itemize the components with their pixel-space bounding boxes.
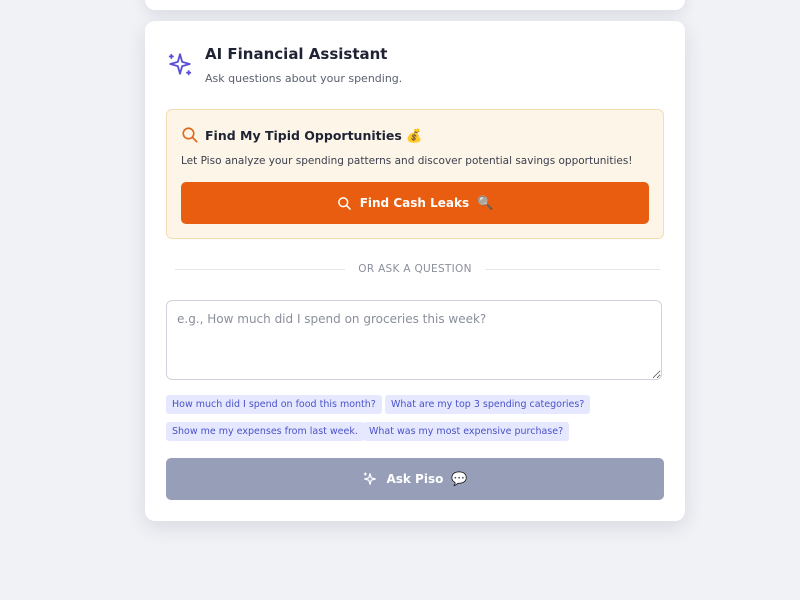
promo-title: Find My Tipid Opportunities 💰 <box>205 128 422 144</box>
assistant-subtitle: Ask questions about your spending. <box>205 72 403 85</box>
magnifier-emoji-icon: 🔍 <box>477 195 494 211</box>
find-cash-leaks-button[interactable]: Find Cash Leaks 🔍 <box>181 182 649 224</box>
find-cash-leaks-label: Find Cash Leaks <box>359 196 470 210</box>
promo-description: Let Piso analyze your spending patterns … <box>181 155 633 167</box>
divider-label-text: OR ASK A QUESTION <box>348 263 482 275</box>
ask-piso-button[interactable]: Ask Piso 💬 <box>166 458 664 500</box>
suggestion-chip[interactable]: Show me my expenses from last week. <box>166 422 364 441</box>
assistant-title: AI Financial Assistant <box>205 45 388 63</box>
ask-piso-label: Ask Piso <box>386 472 444 486</box>
sparkle-icon <box>168 53 192 76</box>
promo-title-text: Find My Tipid Opportunities <box>205 128 402 143</box>
suggestion-chip[interactable]: How much did I spend on food this month? <box>166 395 382 414</box>
search-icon <box>182 127 198 143</box>
tipid-opportunities-panel: Find My Tipid Opportunities 💰 Let Piso a… <box>166 109 664 239</box>
divider-label: OR ASK A QUESTION <box>145 263 685 275</box>
previous-card-edge <box>145 0 685 10</box>
suggestion-chip[interactable]: What are my top 3 spending categories? <box>385 395 591 414</box>
question-input[interactable] <box>166 300 662 380</box>
sparkle-icon <box>364 472 377 485</box>
speech-bubble-icon: 💬 <box>451 471 468 487</box>
search-icon <box>337 196 351 210</box>
ai-assistant-card: AI Financial Assistant Ask questions abo… <box>145 21 685 521</box>
suggestion-chip[interactable]: What was my most expensive purchase? <box>363 422 570 441</box>
money-bag-icon: 💰 <box>406 129 423 144</box>
